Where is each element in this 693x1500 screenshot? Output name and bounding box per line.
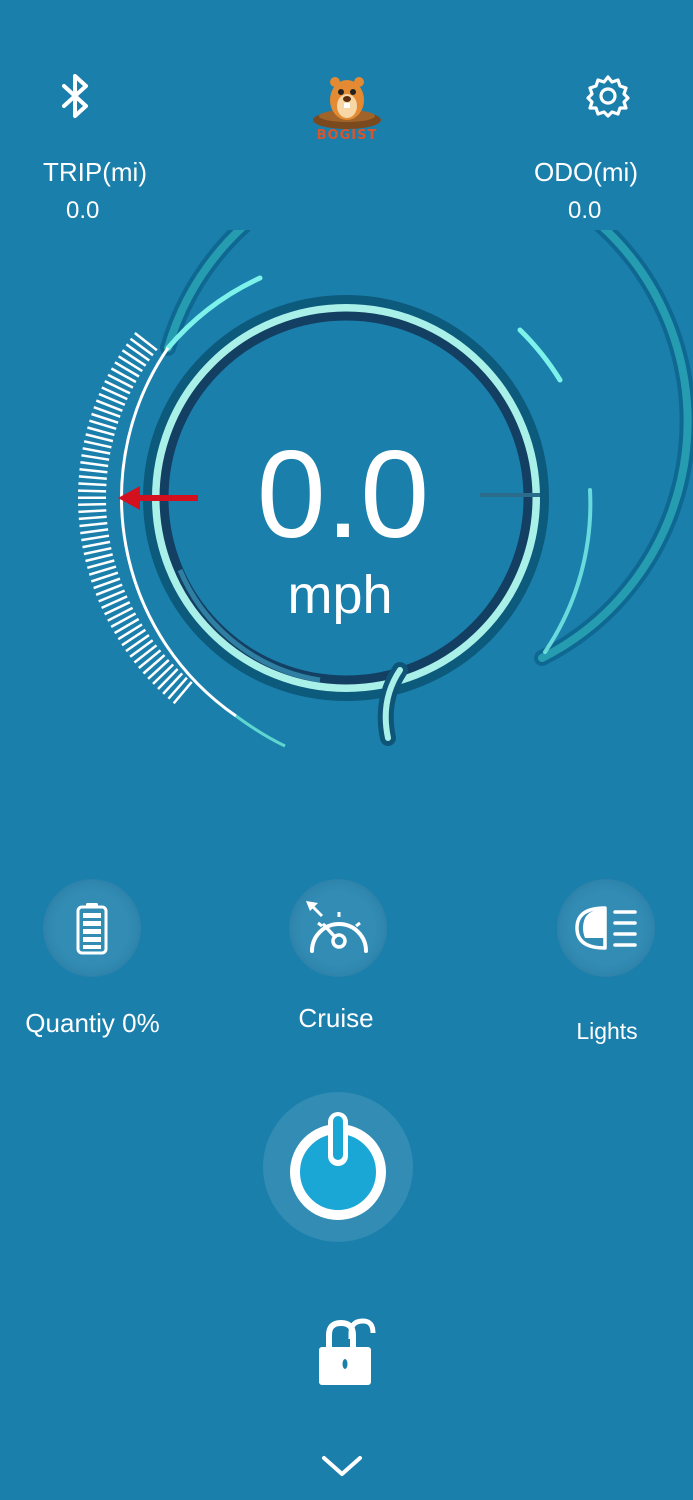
speedometer-icon [306,901,368,953]
scale-tick [125,634,150,653]
scale-tick [138,649,162,669]
speed-unit: mph [287,565,393,625]
scale-tick [147,658,170,680]
lights-button[interactable] [557,879,655,977]
scale-tick [82,447,111,455]
logo-text: BOGIST [316,128,378,143]
power-icon [290,1112,386,1220]
scale-tick [113,617,140,635]
scale-tick [114,361,140,378]
scale-tick [133,644,158,664]
bluetooth-button[interactable] [50,70,102,122]
odo-value: 0.0 [568,197,602,224]
lock-button[interactable] [306,1316,382,1390]
scale-tick [81,534,110,542]
scale-tick [110,612,137,628]
unlock-icon [319,1318,376,1385]
scale-tick [79,468,108,474]
power-button[interactable] [263,1092,413,1242]
scale-tick [78,482,107,487]
scale-tick [81,454,110,461]
headlight-icon [575,906,637,950]
scale-tick [83,546,112,556]
chevron-down-icon [322,1456,362,1476]
brand-logo: BOGIST [305,70,389,150]
scale-tick [157,668,179,690]
battery-icon [76,903,108,955]
scale-ticks [78,332,193,705]
speedometer: 0.0 mph [0,148,693,790]
battery-label: Quantiy 0% [25,1008,160,1038]
odo-label: ODO(mi) [534,157,638,187]
scale-tick [172,681,193,705]
scale-tick [79,521,108,528]
bluetooth-icon [62,74,88,118]
scale-tick [134,332,158,352]
trip-label: TRIP(mi) [43,157,147,187]
scale-tick [110,367,137,384]
scale-tick [87,426,115,437]
scale-tick [152,663,175,685]
scale-tick [121,349,147,367]
scale-tick [85,433,114,443]
scale-tick [85,553,113,563]
expand-button[interactable] [316,1446,368,1486]
scale-tick [86,559,115,570]
scale-tick [83,440,112,449]
battery-button[interactable] [43,879,141,977]
speed-value: 0.0 [256,426,430,564]
scale-tick [82,540,111,549]
scale-tick [142,654,166,675]
scale-tick [125,343,151,362]
lights-label: Lights [576,1018,638,1044]
scale-tick [129,639,154,658]
scale-tick [78,509,107,514]
scale-tick [78,475,107,480]
gear-icon [586,75,630,118]
scale-tick [78,489,107,493]
scale-tick [78,502,107,507]
scale-tick [167,676,188,700]
scale-tick [80,461,109,468]
scale-tick [129,337,154,357]
scale-tick [162,672,184,695]
scale-tick [117,623,143,641]
scale-tick [78,515,107,521]
scale-tick [117,355,143,373]
trip-value: 0.0 [66,197,100,224]
scale-tick [80,528,109,535]
scale-tick [121,628,147,647]
settings-button[interactable] [580,70,636,122]
cruise-label: Cruise [298,1003,374,1033]
cruise-button[interactable] [289,879,387,977]
